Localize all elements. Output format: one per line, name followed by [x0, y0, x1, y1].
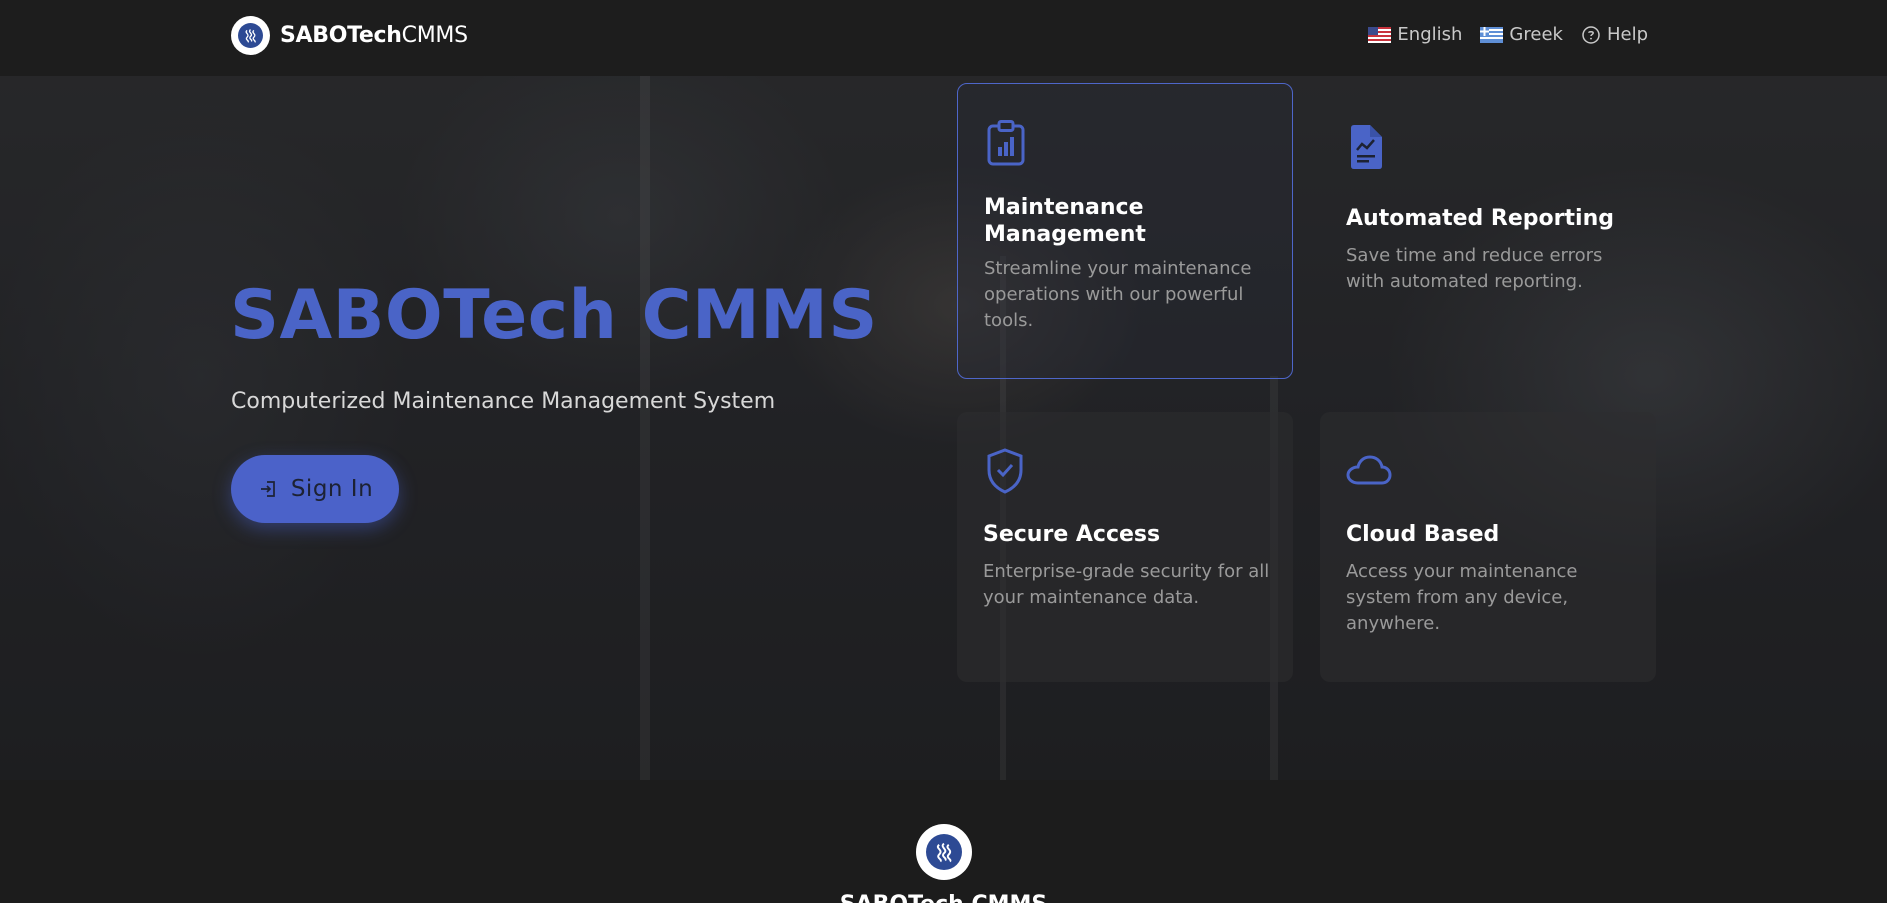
hero-section: SABOTech CMMS Computerized Maintenance M… — [0, 76, 1887, 780]
clipboard-chart-icon — [987, 120, 1025, 166]
top-nav: English Greek Help — [1368, 24, 1648, 45]
footer: SABOTech CMMS — [0, 780, 1887, 903]
help-label: Help — [1606, 24, 1648, 45]
feature-card-maintenance: Maintenance Management Streamline your m… — [957, 83, 1293, 379]
cloud-icon — [1346, 455, 1392, 485]
feature-card-cloud: Cloud Based Access your maintenance syst… — [1320, 412, 1656, 682]
greek-flag-icon — [1480, 26, 1504, 43]
feature-title-maintenance: Maintenance Management — [984, 195, 1146, 247]
shield-check-icon — [987, 448, 1023, 494]
brand-name-light: CMMS — [401, 23, 468, 48]
sign-in-button[interactable]: Sign In — [231, 455, 399, 523]
language-greek-label: Greek — [1509, 24, 1563, 45]
feature-title-cloud: Cloud Based — [1346, 522, 1500, 547]
language-english-link[interactable]: English — [1368, 24, 1462, 45]
brand-logo-icon — [231, 16, 270, 55]
language-english-label: English — [1397, 24, 1463, 45]
hero-subtitle: Computerized Maintenance Management Syst… — [231, 389, 776, 414]
brand-name: SABOTech CMMS — [280, 23, 468, 48]
top-header: SABOTech CMMS English Greek Help — [0, 0, 1887, 76]
brand-logo-link[interactable]: SABOTech CMMS — [231, 16, 468, 55]
us-flag-icon — [1368, 26, 1392, 43]
feature-title-reporting: Automated Reporting — [1346, 206, 1614, 231]
language-greek-link[interactable]: Greek — [1480, 24, 1563, 45]
feature-desc-maintenance: Streamline your maintenance operations w… — [984, 258, 1252, 331]
footer-brand-name: SABOTech CMMS — [0, 892, 1887, 903]
feature-card-secure: Secure Access Enterprise-grade security … — [957, 412, 1293, 682]
brand-name-bold: SABOTech — [280, 23, 402, 48]
help-link[interactable]: Help — [1581, 24, 1648, 45]
sign-in-label: Sign In — [290, 476, 374, 502]
report-document-icon — [1351, 125, 1382, 169]
feature-desc-reporting: Save time and reduce errors with automat… — [1346, 245, 1603, 292]
feature-desc-cloud: Access your maintenance system from any … — [1346, 561, 1578, 634]
hero-title: SABOTech CMMS — [230, 276, 878, 355]
sign-in-icon — [260, 481, 275, 497]
feature-desc-secure: Enterprise-grade security for all your m… — [983, 561, 1270, 608]
feature-card-reporting: Automated Reporting Save time and reduce… — [1320, 83, 1656, 379]
feature-title-secure: Secure Access — [983, 522, 1161, 547]
footer-logo-icon — [916, 824, 972, 880]
help-circle-icon — [1582, 25, 1600, 44]
